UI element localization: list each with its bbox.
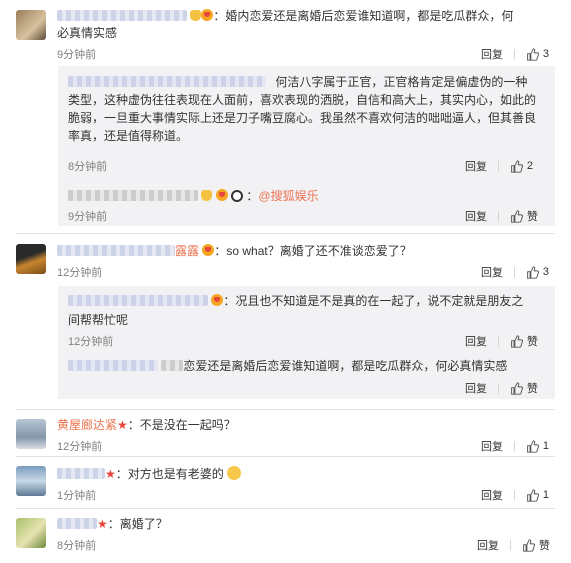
comment-text-cont: 必真情实感 <box>57 26 118 40</box>
like-count[interactable]: 3 <box>543 266 549 278</box>
reply-box: 恋爱还是离婚后恋爱谁知道啊，都是吃瓜群众，何必真情实感 回复 | 赞 <box>58 351 555 399</box>
mention-link[interactable]: @搜狐娱乐 <box>258 189 318 203</box>
emoji-icon <box>202 244 215 256</box>
timestamp: 12分钟前 <box>57 267 103 279</box>
emoji-icon <box>201 9 214 21</box>
timestamp: 9分钟前 <box>68 211 108 223</box>
timestamp: 9分钟前 <box>57 49 97 61</box>
blurred-username[interactable] <box>57 468 105 479</box>
like-label[interactable]: 赞 <box>527 380 538 396</box>
reply-text: 间帮帮忙呢 <box>68 313 129 327</box>
blurred-username[interactable] <box>68 295 208 306</box>
reply-text: 脆弱，一旦重大事情实际上还是刀子嘴豆腐心。我虽然不喜欢何洁的咄咄逼人，但其善良 <box>68 111 537 125</box>
comment-text: ：婚内恋爱还是离婚后恋爱谁知道啊，都是吃瓜群众，何 <box>213 9 514 23</box>
avatar[interactable] <box>16 419 46 449</box>
like-label[interactable]: 赞 <box>527 333 538 349</box>
blurred-text <box>161 360 184 371</box>
reply-box: ：@搜狐娱乐 9分钟前 回复 | 赞 <box>58 184 555 226</box>
star-icon: ★ <box>117 418 128 432</box>
thumbs-up-icon[interactable] <box>522 539 535 552</box>
smile-emoji-icon <box>227 466 242 480</box>
emoji-icon <box>201 190 213 201</box>
like-label[interactable]: 赞 <box>539 537 550 553</box>
blurred-username[interactable] <box>57 10 187 21</box>
thumbs-up-icon[interactable] <box>526 48 539 61</box>
timestamp: 8分钟前 <box>68 161 108 173</box>
panda-emoji-icon <box>231 190 244 202</box>
divider <box>16 456 555 457</box>
avatar[interactable] <box>16 244 46 274</box>
emoji-icon <box>215 189 228 201</box>
username[interactable]: 黄屋廊达紧 <box>57 418 117 432</box>
reply-button[interactable]: 回复 <box>477 537 499 553</box>
like-count[interactable]: 2 <box>527 160 533 172</box>
like-count[interactable]: 1 <box>543 489 549 501</box>
reply-button[interactable]: 回复 <box>465 333 487 349</box>
timestamp: 12分钟前 <box>57 441 103 453</box>
divider <box>16 508 555 509</box>
reply-button[interactable]: 回复 <box>481 487 503 503</box>
comment-5: ★：离婚了？ 8分钟前 回复 | 赞 <box>0 512 571 558</box>
thumbs-up-icon[interactable] <box>510 210 523 223</box>
divider <box>16 233 555 234</box>
thumbs-up-icon[interactable] <box>526 266 539 279</box>
divider <box>16 409 555 410</box>
reply-box: 何洁八字属于正官，正官格肯定是偏虚伪的一种 类型，这种虚伪往往表现在人面前，喜欢… <box>58 66 555 184</box>
emoji-icon <box>190 10 202 21</box>
like-label[interactable]: 赞 <box>527 208 538 224</box>
comment-3: 黄屋廊达紧★：不是没在一起吗？ 12分钟前 回复 | 1 <box>0 413 571 453</box>
reply-text: 恋爱还是离婚后恋爱谁知道啊，都是吃瓜群众，何必真情实感 <box>183 359 508 373</box>
reply-text: ：况且也不知道是不是真的在一起了，说不定就是朋友之 <box>223 294 524 308</box>
reply-text: 率真，还是值得称道。 <box>68 129 189 143</box>
thumbs-up-icon[interactable] <box>510 160 523 173</box>
emoji-icon <box>211 294 224 306</box>
like-count[interactable]: 3 <box>543 48 549 60</box>
star-icon: ★ <box>97 517 108 531</box>
comment-text: ：so what？离婚了还不准谈恋爱了？ <box>214 244 412 258</box>
reply-text: 何洁八字属于正官，正官格肯定是偏虚伪的一种 <box>275 75 528 89</box>
username[interactable]: 露露 <box>175 244 199 258</box>
thumbs-up-icon[interactable] <box>526 440 539 453</box>
thumbs-up-icon[interactable] <box>510 382 523 395</box>
thumbs-up-icon[interactable] <box>526 489 539 502</box>
comment-2: 露露 ：so what？离婚了还不准谈恋爱了？ 12分钟前 回复 | 3 ：况且… <box>0 236 571 406</box>
reply-text: 类型，这种虚伪往往表现在人面前，喜欢表现的洒脱，自信和高大上，其实内心，如此的 <box>68 93 537 107</box>
blurred-username[interactable] <box>57 518 97 529</box>
reply-button[interactable]: 回复 <box>481 46 503 62</box>
reply-button[interactable]: 回复 <box>465 158 487 174</box>
reply-button[interactable]: 回复 <box>481 264 503 280</box>
comment-text: ：离婚了？ <box>107 517 168 531</box>
star-icon: ★ <box>105 467 116 481</box>
timestamp: 12分钟前 <box>68 336 114 348</box>
blurred-username[interactable] <box>57 245 175 256</box>
reply-box: ：况且也不知道是不是真的在一起了，说不定就是朋友之 间帮帮忙呢 12分钟前 回复… <box>58 286 555 351</box>
reply-button[interactable]: 回复 <box>465 380 487 396</box>
blurred-username[interactable] <box>68 190 198 201</box>
like-count[interactable]: 1 <box>543 440 549 452</box>
comment-text: ：对方也是有老婆的 <box>115 467 224 481</box>
blurred-username[interactable] <box>68 76 266 87</box>
comment-text: ：不是没在一起吗？ <box>127 418 236 432</box>
avatar[interactable] <box>16 466 46 496</box>
avatar[interactable] <box>16 518 46 548</box>
blurred-username[interactable] <box>68 360 158 371</box>
thumbs-up-icon[interactable] <box>510 335 523 348</box>
reply-button[interactable]: 回复 <box>481 438 503 454</box>
avatar[interactable] <box>16 10 46 40</box>
timestamp: 1分钟前 <box>57 490 97 502</box>
comment-1: ：婚内恋爱还是离婚后恋爱谁知道啊，都是吃瓜群众，何 必真情实感 9分钟前 回复 … <box>0 0 571 226</box>
comment-4: ★：对方也是有老婆的 1分钟前 回复 | 1 <box>0 460 571 504</box>
reply-button[interactable]: 回复 <box>465 208 487 224</box>
timestamp: 8分钟前 <box>57 540 97 552</box>
